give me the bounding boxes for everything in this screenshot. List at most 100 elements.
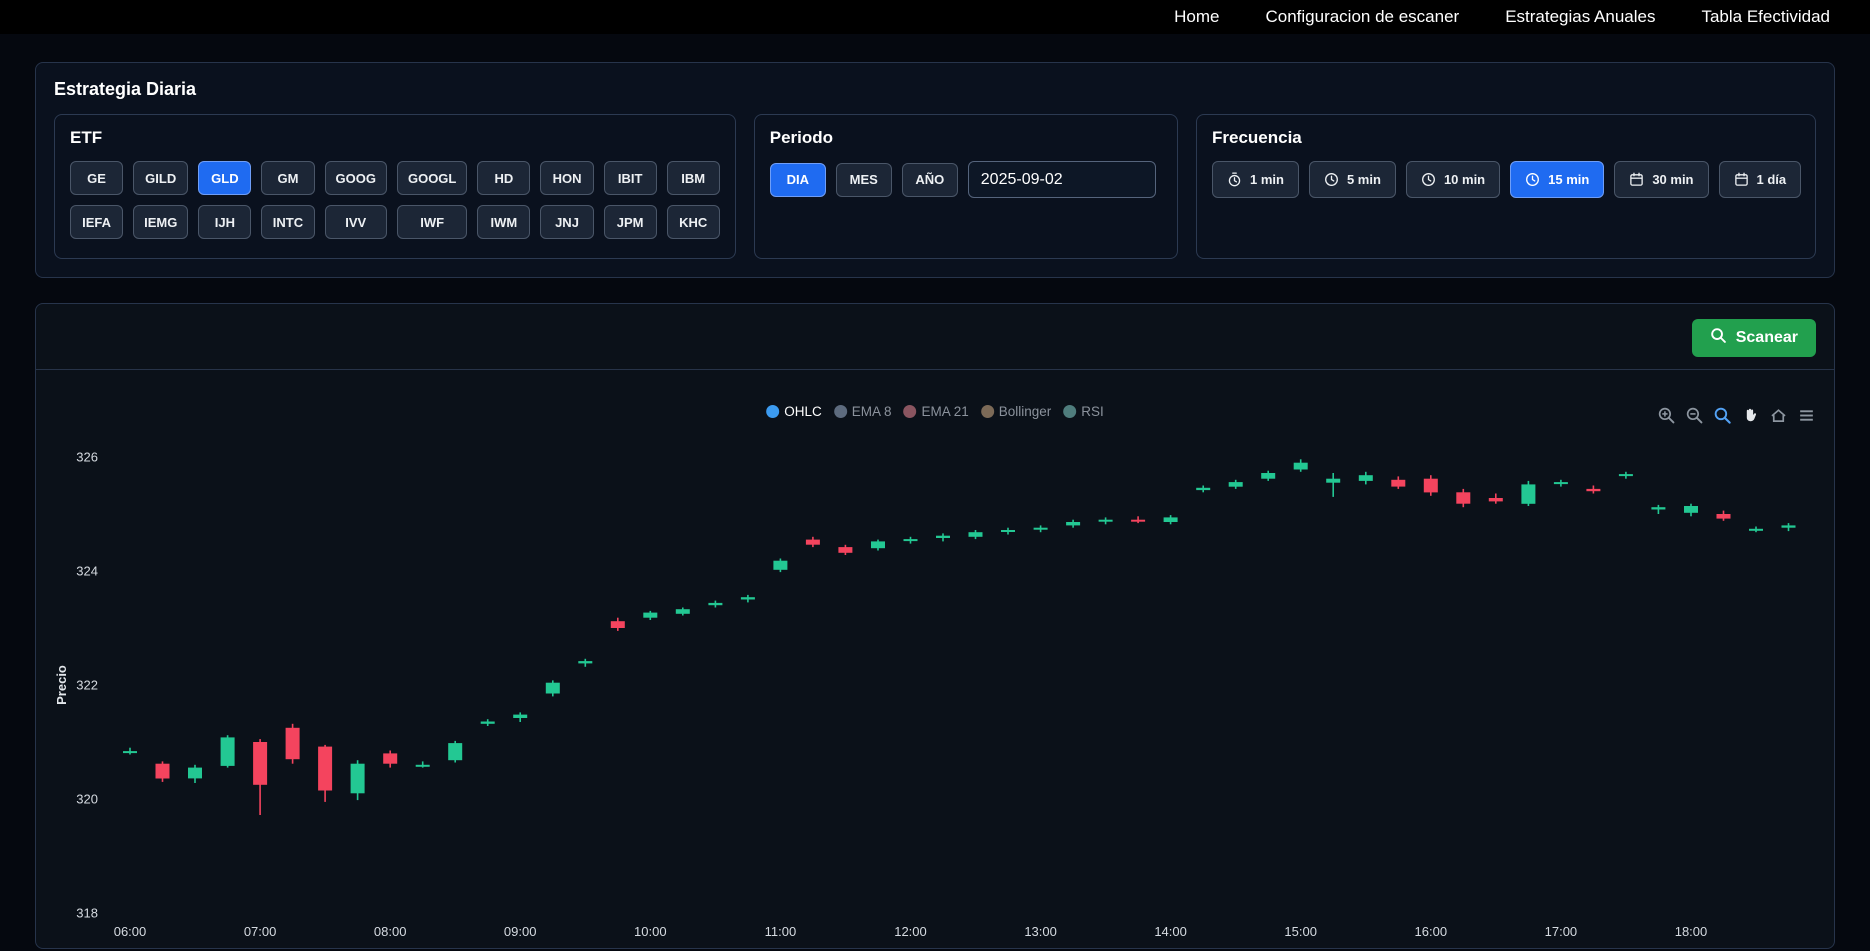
- etf-button-ibit[interactable]: IBIT: [604, 161, 657, 195]
- frecuencia-button-15-min[interactable]: 15 min: [1510, 161, 1604, 198]
- etf-button-ivv[interactable]: IVV: [325, 205, 387, 239]
- svg-text:09:00: 09:00: [504, 924, 537, 939]
- svg-text:07:00: 07:00: [244, 924, 277, 939]
- etf-button-hd[interactable]: HD: [477, 161, 530, 195]
- etf-button-gm[interactable]: GM: [261, 161, 314, 195]
- legend-dot-bollinger: [981, 405, 994, 418]
- svg-text:326: 326: [76, 450, 98, 465]
- nav-link-configuracion-de-escaner[interactable]: Configuracion de escaner: [1265, 7, 1459, 27]
- frecuencia-button-10-min-label: 10 min: [1444, 172, 1485, 187]
- date-input[interactable]: [968, 161, 1156, 198]
- legend-dot-ema-8: [834, 405, 847, 418]
- clock-icon: [1421, 172, 1436, 187]
- frecuencia-button-30-min[interactable]: 30 min: [1614, 161, 1708, 198]
- etf-button-jnj[interactable]: JNJ: [540, 205, 593, 239]
- frecuencia-button-1-d-a-label: 1 día: [1757, 172, 1787, 187]
- clock-icon: [1324, 172, 1339, 187]
- legend-dot-ema-21: [903, 405, 916, 418]
- etf-button-intc-label: INTC: [273, 215, 303, 230]
- frecuencia-button-1-min-label: 1 min: [1250, 172, 1284, 187]
- legend-item-ema-21[interactable]: EMA 21: [903, 404, 968, 419]
- svg-text:15:00: 15:00: [1284, 924, 1317, 939]
- svg-text:324: 324: [76, 564, 98, 579]
- frecuencia-box-title: Frecuencia: [1212, 128, 1800, 148]
- etf-button-ibm-label: IBM: [681, 171, 705, 186]
- nav-link-estrategias-anuales[interactable]: Estrategias Anuales: [1505, 7, 1655, 27]
- frecuencia-button-1-min[interactable]: 1 min: [1212, 161, 1299, 198]
- etf-button-khc[interactable]: KHC: [667, 205, 720, 239]
- svg-text:17:00: 17:00: [1545, 924, 1578, 939]
- periodo-button-dia[interactable]: DIA: [770, 163, 826, 197]
- filter-boxes: ETF GE GILD GLD GM GOOG GOOGL HD HON IBIT IBM IEFA…: [54, 114, 1816, 259]
- svg-text:322: 322: [76, 678, 98, 693]
- strategy-panel: Estrategia Diaria ETF GEGILDGLDGMGOOGGOO…: [35, 62, 1835, 278]
- periodo-button-a-o[interactable]: AÑO: [902, 163, 958, 197]
- svg-text:13:00: 13:00: [1024, 924, 1057, 939]
- etf-button-googl-label: GOOGL: [408, 171, 456, 186]
- zoom-in-icon[interactable]: [1657, 406, 1676, 425]
- etf-button-googl[interactable]: GOOGL: [397, 161, 467, 195]
- etf-button-hd-label: HD: [495, 171, 514, 186]
- etf-box: ETF GE GILD GLD GM GOOG GOOGL HD HON IBIT IBM IEFA…: [54, 114, 736, 259]
- etf-button-intc[interactable]: INTC: [261, 205, 314, 239]
- etf-button-ge[interactable]: GE: [70, 161, 123, 195]
- legend-label-ema-21: EMA 21: [921, 404, 968, 419]
- svg-text:Precio: Precio: [54, 665, 69, 705]
- pan-icon[interactable]: [1741, 406, 1760, 425]
- etf-button-iwm-label: IWM: [491, 215, 518, 230]
- svg-text:18:00: 18:00: [1675, 924, 1708, 939]
- etf-button-gild[interactable]: GILD: [133, 161, 188, 195]
- frecuencia-button-15-min-label: 15 min: [1548, 172, 1589, 187]
- etf-button-iwm[interactable]: IWM: [477, 205, 530, 239]
- etf-button-ibit-label: IBIT: [618, 171, 643, 186]
- etf-button-gld[interactable]: GLD: [198, 161, 251, 195]
- frecuencia-button-row: 1 min 5 min 10 min 15 min 30 min 1 día: [1212, 161, 1800, 198]
- etf-button-iwf-label: IWF: [420, 215, 444, 230]
- etf-box-title: ETF: [70, 128, 720, 148]
- etf-button-ibm[interactable]: IBM: [667, 161, 720, 195]
- etf-button-iemg[interactable]: IEMG: [133, 205, 188, 239]
- etf-button-hon[interactable]: HON: [540, 161, 593, 195]
- etf-button-iemg-label: IEMG: [144, 215, 177, 230]
- home-icon[interactable]: [1769, 406, 1788, 425]
- menu-icon[interactable]: [1797, 406, 1816, 425]
- legend-label-ema-8: EMA 8: [852, 404, 892, 419]
- legend-item-ohlc[interactable]: OHLC: [766, 404, 822, 419]
- etf-button-jpm[interactable]: JPM: [604, 205, 657, 239]
- box-zoom-icon[interactable]: [1713, 406, 1732, 425]
- chart-panel: Scanear OHLCEMA 8EMA 21BollingerRSI 3183…: [35, 303, 1835, 949]
- legend-label-bollinger: Bollinger: [999, 404, 1052, 419]
- zoom-out-icon[interactable]: [1685, 406, 1704, 425]
- legend-item-bollinger[interactable]: Bollinger: [981, 404, 1052, 419]
- nav-link-tabla-efectividad[interactable]: Tabla Efectividad: [1701, 7, 1830, 27]
- stopwatch-icon: [1227, 172, 1242, 187]
- svg-text:14:00: 14:00: [1154, 924, 1187, 939]
- etf-button-goog[interactable]: GOOG: [325, 161, 387, 195]
- etf-button-ivv-label: IVV: [345, 215, 366, 230]
- top-nav: Home Configuracion de escaner Estrategias …: [0, 0, 1870, 34]
- periodo-box-title: Periodo: [770, 128, 1162, 148]
- frecuencia-button-1-d-a[interactable]: 1 día: [1719, 161, 1802, 198]
- periodo-button-dia-label: DIA: [787, 172, 809, 187]
- legend-item-ema-8[interactable]: EMA 8: [834, 404, 892, 419]
- frecuencia-button-30-min-label: 30 min: [1652, 172, 1693, 187]
- clock-icon: [1525, 172, 1540, 187]
- etf-button-goog-label: GOOG: [336, 171, 376, 186]
- svg-text:16:00: 16:00: [1415, 924, 1448, 939]
- chart-legend: OHLC EMA 8 EMA 21 Bollinger RSI: [766, 404, 1104, 419]
- etf-button-iefa[interactable]: IEFA: [70, 205, 123, 239]
- frecuencia-button-10-min[interactable]: 10 min: [1406, 161, 1500, 198]
- etf-button-iwf[interactable]: IWF: [397, 205, 467, 239]
- etf-button-ge-label: GE: [87, 171, 106, 186]
- etf-button-khc-label: KHC: [679, 215, 707, 230]
- nav-link-home[interactable]: Home: [1174, 7, 1219, 27]
- candlestick-plot[interactable]: 31832032232432606:0007:0008:0009:0010:00…: [36, 304, 1834, 948]
- etf-button-grid: GE GILD GLD GM GOOG GOOGL HD HON IBIT IBM IEFA IEMG…: [70, 161, 720, 239]
- legend-item-rsi[interactable]: RSI: [1063, 404, 1104, 419]
- svg-text:12:00: 12:00: [894, 924, 927, 939]
- frecuencia-button-5-min[interactable]: 5 min: [1309, 161, 1396, 198]
- svg-text:318: 318: [76, 906, 98, 921]
- etf-button-hon-label: HON: [553, 171, 582, 186]
- periodo-button-mes[interactable]: MES: [836, 163, 892, 197]
- etf-button-ijh[interactable]: IJH: [198, 205, 251, 239]
